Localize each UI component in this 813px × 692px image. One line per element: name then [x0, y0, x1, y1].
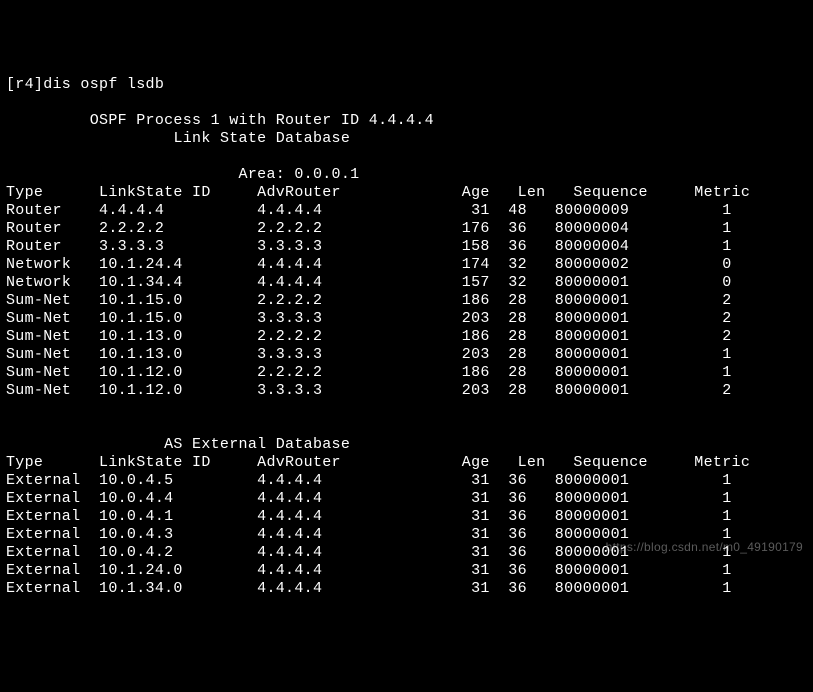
ospf-header: OSPF Process 1 with Router ID 4.4.4.4: [90, 112, 434, 129]
area-table: Type LinkState ID AdvRouter Age Len Sequ…: [6, 184, 750, 399]
area-label: Area: 0.0.0.1: [239, 166, 360, 183]
external-header: AS External Database: [164, 436, 350, 453]
external-table: Type LinkState ID AdvRouter Age Len Sequ…: [6, 454, 750, 597]
watermark-text: https://blog.csdn.net/m0_49190179: [606, 540, 803, 554]
lsdb-header: Link State Database: [173, 130, 350, 147]
command-prompt: [r4]dis ospf lsdb: [6, 76, 164, 93]
